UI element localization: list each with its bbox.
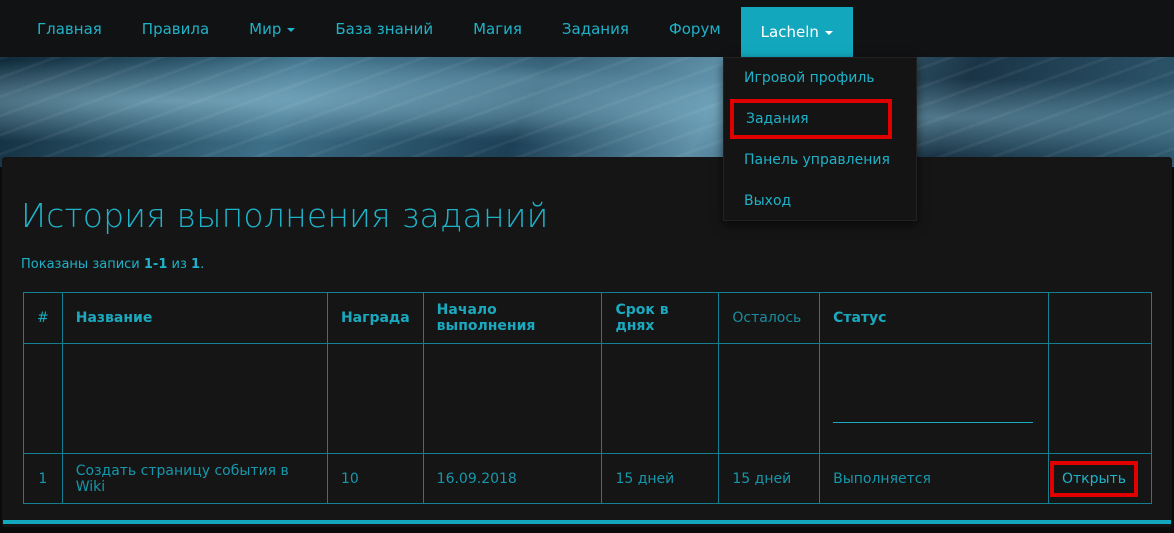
filter-row [23, 343, 1153, 454]
summary-range: 1-1 [143, 257, 168, 272]
top-navbar: Главная Правила Мир База знаний Магия За… [0, 0, 1174, 57]
nav-item-forum[interactable]: Форум [649, 0, 741, 57]
summary-total: 1 [191, 257, 201, 272]
column-header-remaining: Осталось [718, 292, 821, 344]
nav-item-world[interactable]: Мир [229, 0, 315, 57]
nav-item-home[interactable]: Главная [17, 0, 122, 57]
cell-name: Создать страницу события в Wiki [61, 453, 328, 504]
nav-item-world-label: Мир [249, 19, 282, 38]
filter-cell-start [422, 343, 603, 454]
summary-prefix: Показаны записи [21, 257, 144, 272]
column-header-reward[interactable]: Награда [326, 292, 424, 344]
cell-status: Выполняется [819, 453, 1049, 504]
user-menu-label: Lacheln [760, 23, 819, 41]
cell-term: 15 дней [601, 453, 720, 504]
caret-down-icon [824, 31, 833, 35]
records-summary: Показаны записи 1-1 из 1. [21, 257, 204, 272]
nav-item-home-label: Главная [37, 19, 102, 38]
nav-item-knowledge-base[interactable]: База знаний [315, 0, 453, 57]
open-task-link[interactable]: Открыть [1049, 460, 1138, 497]
filter-cell-status [819, 343, 1049, 454]
filter-cell-term [601, 343, 720, 454]
column-header-term[interactable]: Срок в днях [601, 292, 720, 344]
cell-reward: 10 [326, 453, 424, 504]
summary-mid: из [167, 257, 192, 272]
summary-suffix: . [200, 257, 205, 272]
nav-item-user-menu[interactable]: Lacheln [740, 7, 853, 57]
page-title: История выполнения заданий [21, 196, 549, 235]
header-banner-image [0, 57, 1174, 167]
filter-cell-reward [326, 343, 424, 454]
caret-down-icon [287, 27, 296, 32]
column-header-status[interactable]: Статус [819, 292, 1049, 344]
nav-item-magic[interactable]: Магия [453, 0, 542, 57]
nav-item-tasks-label: Задания [561, 19, 629, 38]
column-header-number[interactable]: # [23, 292, 63, 344]
menu-item-tasks[interactable]: Задания [730, 99, 892, 139]
filter-cell-name [61, 343, 328, 454]
user-dropdown-menu: Игровой профиль Задания Панель управлени… [723, 57, 917, 221]
menu-item-logout[interactable]: Выход [724, 181, 918, 221]
nav-item-forum-label: Форум [668, 19, 721, 38]
column-header-name[interactable]: Название [61, 292, 328, 344]
nav-item-rules-label: Правила [141, 19, 210, 38]
column-header-start[interactable]: Начало выполнения [422, 292, 603, 344]
panel-bottom-accent [3, 520, 1171, 524]
table-row: 1 Создать страницу события в Wiki 10 16.… [23, 453, 1153, 504]
column-header-actions [1047, 292, 1153, 344]
cell-remaining: 15 дней [718, 453, 821, 504]
filter-cell-actions [1047, 343, 1153, 454]
filter-cell-remaining [718, 343, 821, 454]
status-filter-input[interactable] [833, 422, 1034, 423]
cell-start: 16.09.2018 [422, 453, 603, 504]
nav-item-magic-label: Магия [473, 19, 522, 38]
nav-item-tasks[interactable]: Задания [542, 0, 649, 57]
cell-number: 1 [23, 453, 63, 504]
tasks-history-table: # Название Награда Начало выполнения Сро… [23, 292, 1153, 504]
cell-action: Открыть [1047, 453, 1153, 504]
app-window: Главная Правила Мир База знаний Магия За… [0, 0, 1174, 533]
table-header-row: # Название Награда Начало выполнения Сро… [23, 292, 1153, 344]
nav-item-rules[interactable]: Правила [122, 0, 229, 57]
menu-item-control-panel[interactable]: Панель управления [724, 140, 918, 180]
nav-item-knowledge-base-label: База знаний [335, 19, 434, 38]
filter-cell-number [23, 343, 63, 454]
menu-item-game-profile[interactable]: Игровой профиль [724, 58, 918, 98]
